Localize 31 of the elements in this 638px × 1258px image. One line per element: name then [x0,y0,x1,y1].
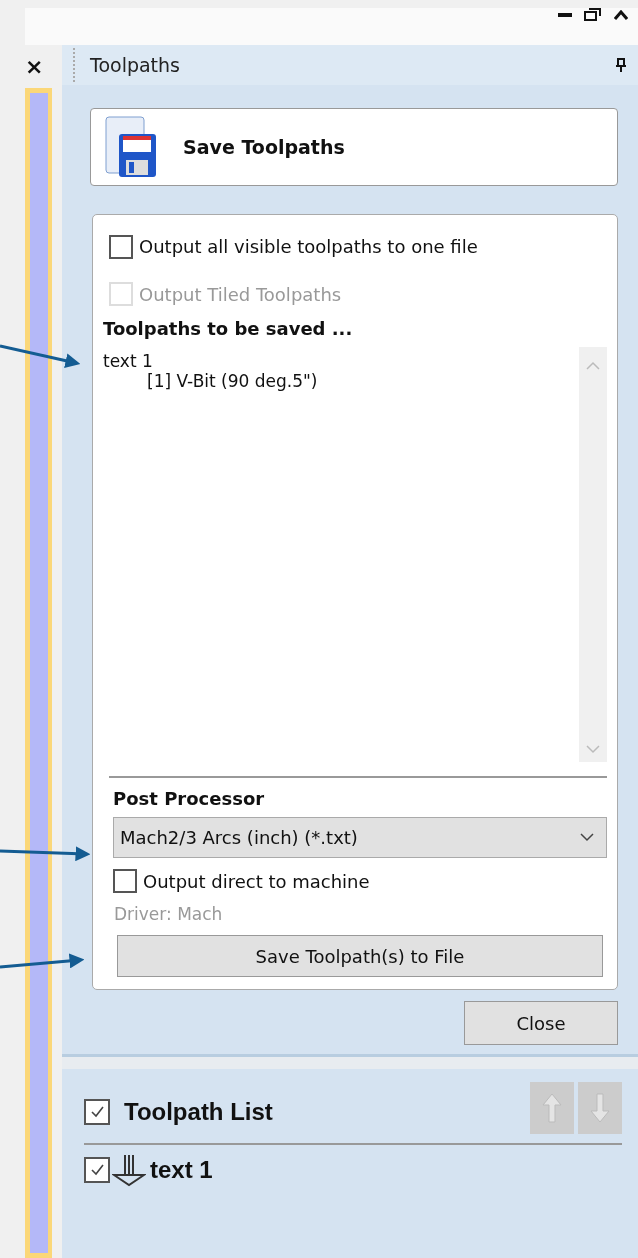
driver-label: Driver: Mach [114,903,224,926]
section-heading: Toolpaths to be saved ... [103,317,354,339]
floppy-disk-icon [105,116,157,178]
panel-title: Toolpaths [90,54,181,76]
toolpath-item[interactable]: text 1 [150,1156,213,1184]
checkmark-icon [89,1162,105,1178]
drill-bit-icon [112,1153,146,1187]
checkbox[interactable] [113,869,137,893]
grip-icon[interactable] [72,48,76,82]
header-title: Save Toolpaths [183,136,345,158]
checkbox[interactable] [84,1099,110,1125]
arrow-up-icon [541,1092,563,1124]
arrow-down-icon [589,1092,611,1124]
pin-icon[interactable] [616,58,626,72]
checkmark-icon [89,1104,105,1120]
chevron-down-icon [580,833,594,842]
option-label: Output all visible toolpaths to one file [139,236,478,258]
list-item[interactable]: text 1 [103,350,579,371]
save-to-file-button[interactable]: Save Toolpath(s) to File [117,935,603,977]
collapse-icon[interactable] [614,10,628,20]
checkbox[interactable] [84,1157,110,1183]
list-item[interactable]: [1] V-Bit (90 deg.5") [103,370,579,391]
option-label: Output Tiled Toolpaths [139,283,342,305]
close-button[interactable]: Close [464,1001,618,1045]
section-heading: Post Processor [113,787,266,809]
minimize-icon[interactable] [558,12,572,18]
list-title: Toolpath List [124,1098,274,1126]
restore-icon[interactable] [584,8,602,22]
option-label: Output direct to machine [143,870,370,892]
post-processor-dropdown[interactable]: Mach2/3 Arcs (inch) (*.txt) [113,816,607,859]
checkbox[interactable] [109,234,133,259]
